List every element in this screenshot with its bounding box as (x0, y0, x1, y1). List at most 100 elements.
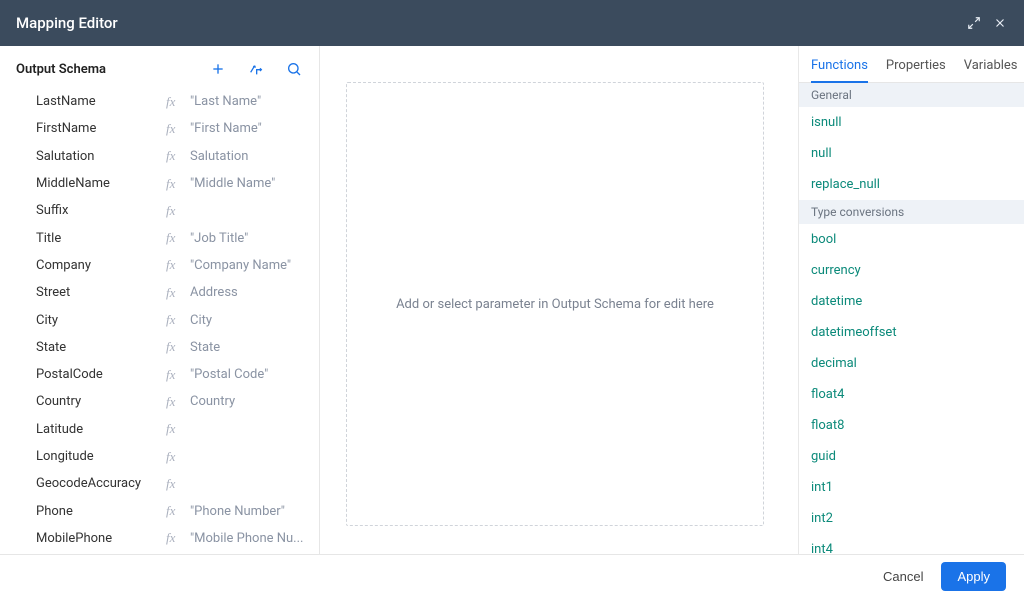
fx-icon: fx (166, 176, 184, 192)
schema-row[interactable]: Streetfx Address (6, 279, 315, 306)
schema-row[interactable]: Phonefx "Phone Number" (6, 497, 315, 524)
output-schema-title: Output Schema (16, 62, 106, 77)
schema-row[interactable]: FirstNamefx "First Name" (6, 115, 315, 142)
apply-button[interactable]: Apply (941, 562, 1006, 591)
function-item[interactable]: datetime (799, 286, 1024, 317)
fx-icon: fx (166, 367, 184, 383)
cancel-button[interactable]: Cancel (879, 563, 927, 590)
schema-row[interactable]: CountryfxCountry (6, 388, 315, 415)
schema-field-name: Latitude (36, 422, 166, 437)
footer: Cancel Apply (0, 554, 1024, 598)
schema-row[interactable]: GeocodeAccuracyfx (6, 470, 315, 497)
schema-row[interactable]: Suffixfx (6, 197, 315, 224)
schema-field-expression: "Job Title" (190, 231, 315, 246)
tab-functions[interactable]: Functions (811, 58, 868, 83)
dropzone-placeholder: Add or select parameter in Output Schema… (396, 297, 714, 312)
window-controls (966, 15, 1008, 31)
fx-icon: fx (166, 449, 184, 465)
fx-icon: fx (166, 394, 184, 410)
schema-field-name: LastName (36, 94, 166, 109)
schema-field-expression: Salutation (190, 149, 315, 164)
function-item[interactable]: guid (799, 441, 1024, 472)
search-icon[interactable] (285, 60, 303, 78)
fx-icon: fx (166, 530, 184, 546)
schema-field-expression: "Mobile Phone Nu... (190, 531, 315, 546)
output-schema-tools (209, 60, 303, 78)
schema-field-expression: Address (190, 285, 315, 300)
schema-field-name: MobilePhone (36, 531, 166, 546)
schema-row[interactable]: Latitudefx (6, 416, 315, 443)
fx-icon: fx (166, 94, 184, 110)
fx-icon: fx (166, 503, 184, 519)
schema-field-expression: "Middle Name" (190, 176, 315, 191)
fx-icon: fx (166, 312, 184, 328)
function-item[interactable]: replace_null (799, 169, 1024, 200)
schema-row[interactable]: Longitudefx (6, 443, 315, 470)
schema-row[interactable]: Titlefx"Job Title" (6, 224, 315, 251)
output-schema-header: Output Schema (0, 46, 319, 86)
output-schema-list[interactable]: LastNamefx"Last Name"FirstNamefx"First N… (0, 86, 319, 554)
schema-row[interactable]: PostalCodefx "Postal Code" (6, 361, 315, 388)
auto-map-icon[interactable] (247, 60, 265, 78)
expression-dropzone[interactable]: Add or select parameter in Output Schema… (346, 82, 764, 526)
function-item[interactable]: float8 (799, 410, 1024, 441)
schema-field-expression: "Phone Number" (190, 504, 315, 519)
schema-field-name: Longitude (36, 449, 166, 464)
schema-field-expression: "Last Name" (190, 94, 315, 109)
schema-field-expression: "Company Name" (190, 258, 315, 273)
schema-field-name: Suffix (36, 203, 166, 218)
schema-row[interactable]: MiddleNamefx"Middle Name" (6, 170, 315, 197)
fx-icon: fx (166, 476, 184, 492)
right-tabs: Functions Properties Variables (799, 46, 1024, 83)
function-item[interactable]: null (799, 138, 1024, 169)
schema-field-name: Phone (36, 504, 166, 519)
schema-field-name: Street (36, 285, 166, 300)
close-icon[interactable] (992, 15, 1008, 31)
fx-icon: fx (166, 421, 184, 437)
schema-field-expression: State (190, 340, 315, 355)
schema-row[interactable]: MobilePhonefx "Mobile Phone Nu... (6, 525, 315, 552)
schema-field-name: FirstName (36, 121, 166, 136)
schema-row[interactable]: LastNamefx "Last Name" (6, 88, 315, 115)
function-item[interactable]: bool (799, 224, 1024, 255)
fx-icon: fx (166, 230, 184, 246)
functions-list[interactable]: Generalisnullnullreplace_nullType conver… (799, 83, 1024, 554)
function-item[interactable]: int2 (799, 503, 1024, 534)
schema-field-name: State (36, 340, 166, 355)
fx-icon: fx (166, 257, 184, 273)
function-group-header: Type conversions (799, 200, 1024, 224)
schema-field-name: Salutation (36, 149, 166, 164)
schema-field-expression: City (190, 313, 315, 328)
titlebar: Mapping Editor (0, 0, 1024, 46)
schema-row[interactable]: CityfxCity (6, 306, 315, 333)
fx-icon: fx (166, 121, 184, 137)
schema-row[interactable]: StatefxState (6, 334, 315, 361)
fx-icon: fx (166, 339, 184, 355)
schema-field-name: City (36, 313, 166, 328)
function-item[interactable]: int1 (799, 472, 1024, 503)
schema-field-name: GeocodeAccuracy (36, 476, 166, 491)
schema-row[interactable]: SalutationfxSalutation (6, 143, 315, 170)
mapping-editor-window: Mapping Editor Output Schema (0, 0, 1024, 598)
tab-variables[interactable]: Variables (964, 58, 1018, 83)
tab-properties[interactable]: Properties (886, 58, 946, 83)
expand-icon[interactable] (966, 15, 982, 31)
output-schema-panel: Output Schema (0, 46, 320, 554)
schema-field-name: Company (36, 258, 166, 273)
function-item[interactable]: datetimeoffset (799, 317, 1024, 348)
add-icon[interactable] (209, 60, 227, 78)
functions-panel: Functions Properties Variables Generalisnu… (798, 46, 1024, 554)
function-item[interactable]: decimal (799, 348, 1024, 379)
window-title: Mapping Editor (16, 14, 118, 32)
function-item[interactable]: currency (799, 255, 1024, 286)
function-item[interactable]: isnull (799, 107, 1024, 138)
function-item[interactable]: int4 (799, 534, 1024, 554)
schema-row[interactable]: Companyfx "Company Name" (6, 252, 315, 279)
schema-field-expression: "First Name" (190, 121, 315, 136)
function-item[interactable]: float4 (799, 379, 1024, 410)
schema-field-name: PostalCode (36, 367, 166, 382)
fx-icon: fx (166, 203, 184, 219)
schema-field-name: Country (36, 394, 166, 409)
fx-icon: fx (166, 285, 184, 301)
schema-field-expression: "Postal Code" (190, 367, 315, 382)
